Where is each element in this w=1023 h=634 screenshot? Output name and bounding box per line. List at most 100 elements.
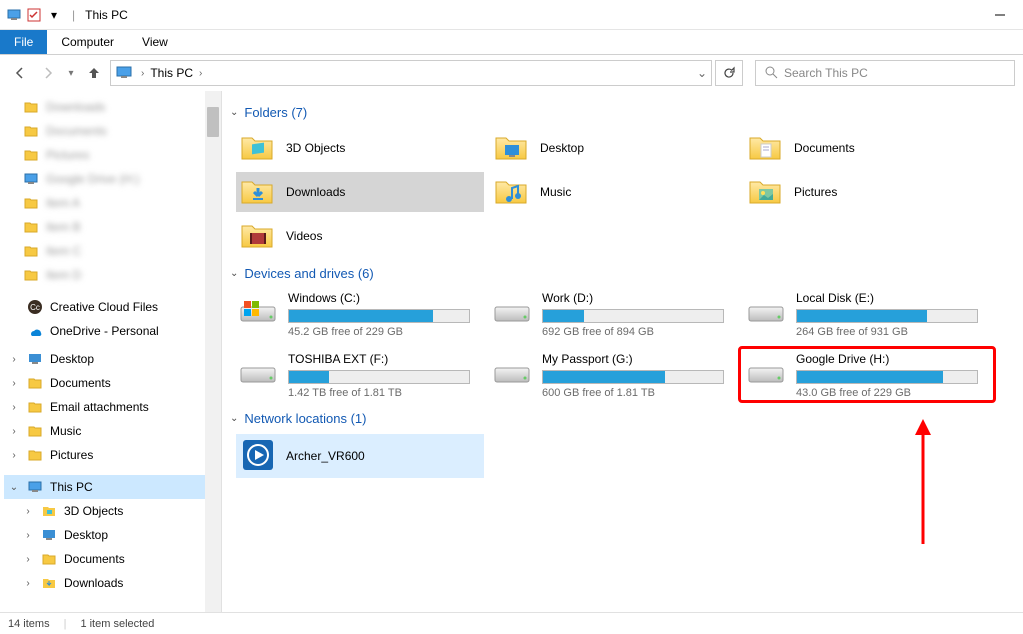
network-section-header[interactable]: ⌄ Network locations (1) bbox=[230, 411, 1011, 426]
search-icon bbox=[764, 65, 778, 82]
network-location-archer-vr600[interactable]: Archer_VR600 bbox=[236, 434, 484, 478]
up-button[interactable] bbox=[82, 61, 106, 85]
folder-icon bbox=[26, 398, 44, 416]
tree-item-3d-objects[interactable]: ›3D Objects bbox=[4, 499, 221, 523]
tree-item-blurred[interactable]: Item A bbox=[4, 191, 221, 215]
window-title: This PC bbox=[85, 8, 128, 22]
drive-icon bbox=[746, 295, 786, 329]
navigation-pane: DownloadsDocumentsPicturesGoogle Drive (… bbox=[0, 91, 222, 612]
folder-desktop[interactable]: Desktop bbox=[490, 128, 738, 168]
tree-item-blurred[interactable]: Item C bbox=[4, 239, 221, 263]
minimize-button[interactable] bbox=[977, 0, 1023, 30]
folder-icon bbox=[26, 422, 44, 440]
svg-text:Cc: Cc bbox=[30, 303, 40, 312]
tree-item-downloads[interactable]: ›Downloads bbox=[4, 571, 221, 595]
scrollbar[interactable] bbox=[205, 91, 221, 612]
folder-icon bbox=[26, 446, 44, 464]
downloads-icon bbox=[40, 574, 58, 592]
drives-section-header[interactable]: ⌄ Devices and drives (6) bbox=[230, 266, 1011, 281]
address-bar[interactable]: › This PC › ⌄ bbox=[110, 60, 712, 86]
folder-pictures[interactable]: Pictures bbox=[744, 172, 992, 212]
tree-item-blurred[interactable]: Item D bbox=[4, 263, 221, 287]
tree-item-this-pc[interactable]: ⌄This PC bbox=[4, 475, 221, 499]
capacity-bar bbox=[542, 370, 724, 384]
chevron-down-icon: ⌄ bbox=[230, 413, 238, 424]
capacity-bar bbox=[288, 370, 470, 384]
folder-documents[interactable]: Documents bbox=[744, 128, 992, 168]
tab-computer[interactable]: Computer bbox=[47, 30, 128, 54]
3d-icon bbox=[40, 502, 58, 520]
tab-view[interactable]: View bbox=[128, 30, 182, 54]
drive-icon bbox=[746, 356, 786, 390]
drive-icon bbox=[492, 356, 532, 390]
drive-toshiba-ext-f-[interactable]: TOSHIBA EXT (F:)1.42 TB free of 1.81 TB bbox=[236, 350, 484, 401]
tree-item-blurred[interactable]: Downloads bbox=[4, 95, 221, 119]
tree-item-blurred[interactable]: Documents bbox=[4, 119, 221, 143]
tree-item-documents[interactable]: ›Documents bbox=[4, 547, 221, 571]
drive-my-passport-g-[interactable]: My Passport (G:)600 GB free of 1.81 TB bbox=[490, 350, 738, 401]
properties-qat-icon[interactable] bbox=[26, 7, 42, 23]
drive-icon bbox=[238, 356, 278, 390]
address-dropdown-icon[interactable]: ⌄ bbox=[697, 66, 707, 80]
desktop-icon bbox=[26, 350, 44, 368]
folder-downloads[interactable]: Downloads bbox=[236, 172, 484, 212]
tree-item-music[interactable]: ›Music bbox=[4, 419, 221, 443]
chevron-right-icon[interactable]: › bbox=[197, 68, 204, 79]
qat-dropdown-icon[interactable]: ▾ bbox=[46, 7, 62, 23]
capacity-bar bbox=[542, 309, 724, 323]
cc-icon: Cc bbox=[26, 298, 44, 316]
app-icon bbox=[6, 7, 22, 23]
breadcrumb[interactable]: This PC bbox=[146, 66, 197, 80]
capacity-bar bbox=[796, 309, 978, 323]
tree-item-email-attachments[interactable]: ›Email attachments bbox=[4, 395, 221, 419]
content-pane: ⌄ Folders (7) 3D ObjectsDesktopDocuments… bbox=[222, 91, 1023, 612]
tree-item-blurred[interactable]: Pictures bbox=[4, 143, 221, 167]
capacity-bar bbox=[288, 309, 470, 323]
tree-item-desktop[interactable]: ›Desktop bbox=[4, 347, 221, 371]
titlebar: ▾ | This PC bbox=[0, 0, 1023, 30]
back-button[interactable] bbox=[8, 61, 32, 85]
search-input[interactable]: Search This PC bbox=[755, 60, 1015, 86]
tree-item-onedrive-personal[interactable]: OneDrive - Personal bbox=[4, 319, 221, 343]
chevron-right-icon[interactable]: › bbox=[139, 68, 146, 79]
media-device-icon bbox=[240, 437, 276, 476]
tree-item-desktop[interactable]: ›Desktop bbox=[4, 523, 221, 547]
tree-item-pictures[interactable]: ›Pictures bbox=[4, 443, 221, 467]
drive-icon bbox=[238, 295, 278, 329]
videos-folder-icon bbox=[240, 220, 276, 252]
file-tab[interactable]: File bbox=[0, 30, 47, 54]
folder-3d-objects[interactable]: 3D Objects bbox=[236, 128, 484, 168]
tree-item-blurred[interactable]: Google Drive (H:) bbox=[4, 167, 221, 191]
drive-google-drive-h-[interactable]: Google Drive (H:)43.0 GB free of 229 GB bbox=[744, 350, 992, 401]
chevron-down-icon: ⌄ bbox=[230, 107, 238, 118]
refresh-button[interactable] bbox=[715, 60, 743, 86]
tree-item-blurred[interactable]: Item B bbox=[4, 215, 221, 239]
desktop-icon bbox=[40, 526, 58, 544]
search-placeholder: Search This PC bbox=[784, 66, 868, 80]
status-selected-count: 1 item selected bbox=[80, 618, 154, 630]
ribbon: File Computer View bbox=[0, 30, 1023, 55]
folder-videos[interactable]: Videos bbox=[236, 216, 484, 256]
3d-folder-icon bbox=[240, 132, 276, 164]
pc-icon bbox=[115, 64, 133, 82]
tree-item-creative-cloud-files[interactable]: CcCreative Cloud Files bbox=[4, 295, 221, 319]
address-row: ▾ › This PC › ⌄ Search This PC bbox=[0, 55, 1023, 91]
onedrive-icon bbox=[26, 322, 44, 340]
drive-local-disk-e-[interactable]: Local Disk (E:)264 GB free of 931 GB bbox=[744, 289, 992, 340]
folders-section-header[interactable]: ⌄ Folders (7) bbox=[230, 105, 1011, 120]
pictures-folder-icon bbox=[748, 176, 784, 208]
folder-icon bbox=[26, 374, 44, 392]
folder-music[interactable]: Music bbox=[490, 172, 738, 212]
capacity-bar bbox=[796, 370, 978, 384]
tree-item-documents[interactable]: ›Documents bbox=[4, 371, 221, 395]
music-folder-icon bbox=[494, 176, 530, 208]
forward-button[interactable] bbox=[36, 61, 60, 85]
recent-dropdown[interactable]: ▾ bbox=[64, 61, 78, 85]
drive-windows-c-[interactable]: Windows (C:)45.2 GB free of 229 GB bbox=[236, 289, 484, 340]
documents-folder-icon bbox=[748, 132, 784, 164]
drive-work-d-[interactable]: Work (D:)692 GB free of 894 GB bbox=[490, 289, 738, 340]
status-bar: 14 items | 1 item selected bbox=[0, 612, 1023, 634]
status-item-count: 14 items bbox=[8, 618, 50, 630]
folder-icon bbox=[40, 550, 58, 568]
drive-icon bbox=[492, 295, 532, 329]
